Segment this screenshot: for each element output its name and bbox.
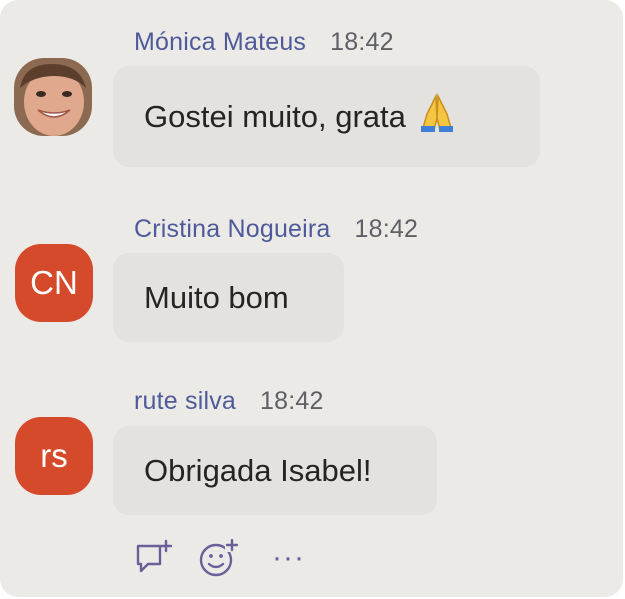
avatar-initials-cn[interactable]: CN [15,244,93,322]
message-bubble[interactable]: Obrigada Isabel! [113,426,437,515]
message-timestamp: 18:42 [260,387,324,415]
more-options-icon[interactable]: ··· [272,541,305,575]
folded-hands-icon [416,92,458,142]
avatar-initials-rs[interactable]: rs [15,417,93,495]
message-timestamp: 18:42 [330,28,394,56]
message-bubble[interactable]: Muito bom [113,253,344,342]
message-header: rute silva 18:42 [134,387,324,416]
message-header: Mónica Mateus 18:42 [134,28,394,57]
message-text: Obrigada Isabel! [144,452,372,488]
reply-in-thread-icon[interactable] [134,538,174,583]
message-text: Muito bom [144,279,289,315]
message-timestamp: 18:42 [354,215,419,243]
message-header: Cristina Nogueira 18:42 [134,215,418,244]
avatar-initials-text: rs [40,437,68,474]
sender-name[interactable]: Cristina Nogueira [134,215,331,243]
chat-window: Mónica Mateus 18:42 Gostei muito, grata C… [0,0,623,597]
avatar-photo[interactable] [14,58,92,136]
message-text: Gostei muito, grata [144,98,406,134]
sender-name[interactable]: rute silva [134,387,236,415]
avatar-initials-text: CN [30,264,78,301]
message-bubble[interactable]: Gostei muito, grata [113,66,540,167]
avatar-photo-image [14,58,92,136]
sender-name[interactable]: Mónica Mateus [134,28,306,56]
more-options-glyph: ··· [272,541,305,574]
add-reaction-icon[interactable] [198,538,240,583]
